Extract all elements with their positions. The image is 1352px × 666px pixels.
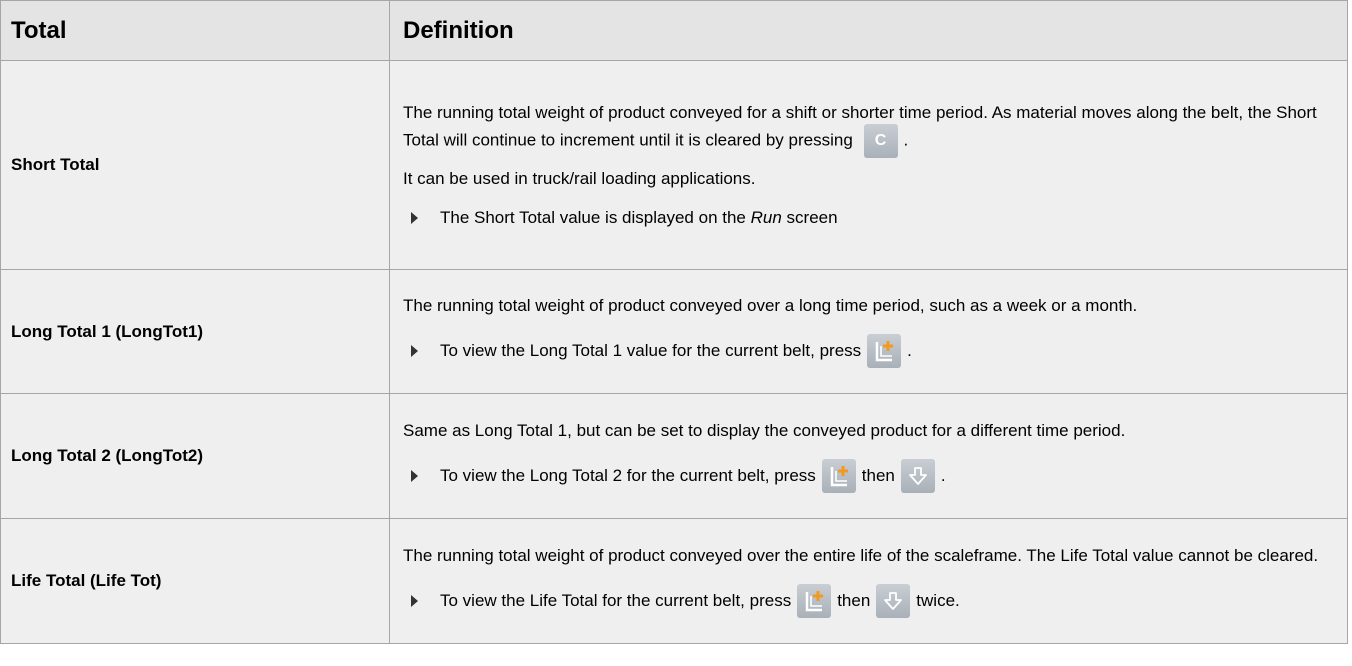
bullet-text: twice. [916,590,960,610]
totals-definition-table: Total Definition Short Total The running… [0,0,1348,644]
clear-key-label: C [874,131,887,149]
down-arrow-key-icon [876,583,911,618]
definition-long-total-2: Same as Long Total 1, but can be set to … [389,393,1348,519]
bullet-text: . [907,341,912,360]
bullet-item: To view the Life Total for the current b… [403,583,1337,618]
clear-key-icon: C [863,123,898,158]
down-arrow-key-icon [900,458,935,493]
long-total-key-icon [867,334,902,368]
bullet-triangle-icon [411,345,418,357]
definition-paragraph: Same as Long Total 1, but can be set to … [403,420,1126,440]
term-long-total-2: Long Total 2 (LongTot2) [0,393,390,519]
definition-paragraph: It can be used in truck/rail loading app… [403,168,756,188]
bullet-text: To view the Long Total 1 value for the c… [440,341,862,360]
definition-long-total-1: The running total weight of product conv… [389,269,1348,394]
bullet-item: To view the Long Total 1 value for the c… [403,334,1337,368]
term-long-total-1: Long Total 1 (LongTot1) [0,269,390,394]
bullet-text: then [861,465,895,485]
table-row: Long Total 1 (LongTot1) The running tota… [0,269,1348,394]
term-life-total: Life Total (Life Tot) [0,518,390,644]
bullet-text: The Short Total value is displayed on th… [440,207,838,227]
definition-short-total: The running total weight of product conv… [389,60,1348,270]
term-short-total: Short Total [0,60,390,270]
run-screen-label: Run [750,207,782,227]
bullet-text: To view the Long Total 2 for the current… [440,465,816,485]
header-definition: Definition [389,0,1348,61]
bullet-triangle-icon [411,211,418,224]
bullet-item: To view the Long Total 2 for the current… [403,458,1337,493]
table-row: Life Total (Life Tot) The running total … [0,518,1348,644]
definition-life-total: The running total weight of product conv… [389,518,1348,644]
bullet-text: then [837,590,871,610]
bullet-item: The Short Total value is displayed on th… [403,207,1337,229]
bullet-triangle-icon [411,469,418,482]
table-header-row: Total Definition [0,0,1348,61]
definition-text: . [903,129,909,149]
bullet-text: . [940,465,946,485]
definition-paragraph: The running total weight of product conv… [403,545,1319,565]
definition-paragraph: The running total weight of product conv… [403,296,1138,315]
bullet-text: To view the Life Total for the current b… [440,590,792,610]
definition-text: The running total weight of product conv… [403,102,1317,149]
bullet-triangle-icon [411,594,418,607]
header-total: Total [0,0,390,61]
table-row: Long Total 2 (LongTot2) Same as Long Tot… [0,393,1348,519]
long-total-key-icon [821,458,856,493]
table-row: Short Total The running total weight of … [0,60,1348,270]
definition-paragraph: The running total weight of product conv… [403,102,1337,158]
long-total-key-icon [797,583,832,618]
